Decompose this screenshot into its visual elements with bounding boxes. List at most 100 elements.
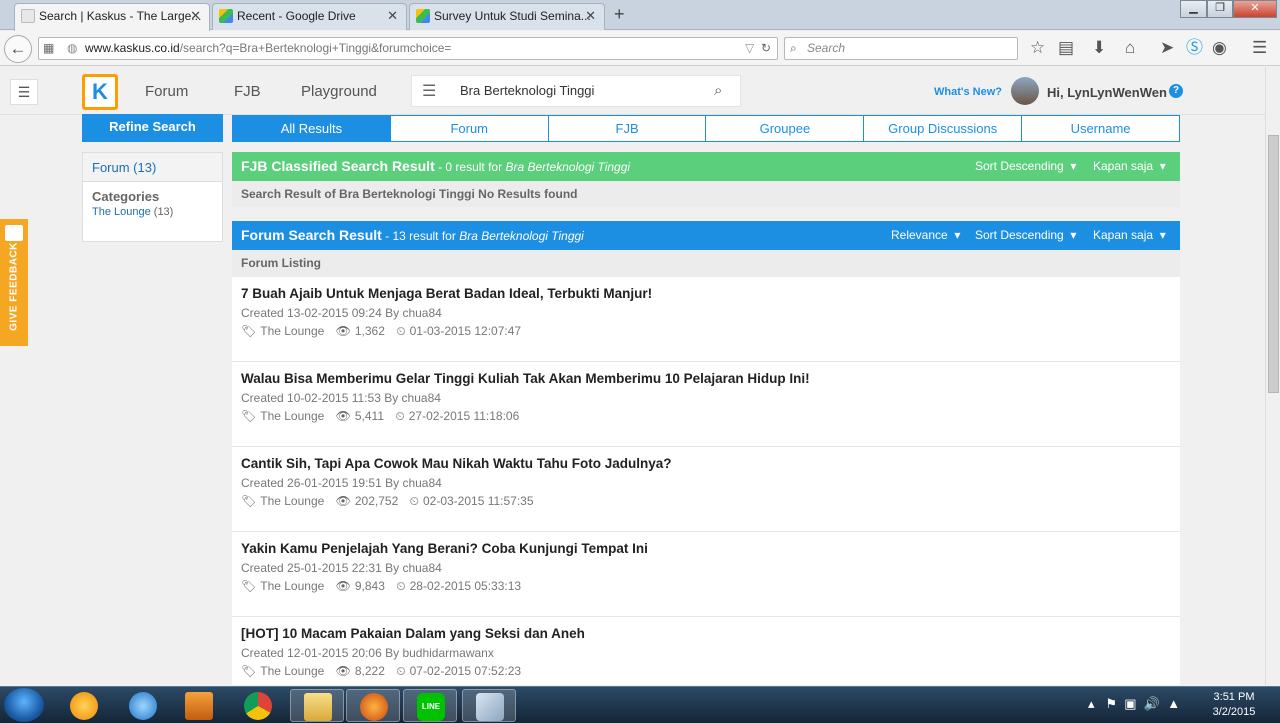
close-window-button[interactable]: ✕ xyxy=(1233,0,1277,18)
user-greeting[interactable]: Hi, LynLynWenWen xyxy=(1047,85,1167,100)
list-item: 7 Buah Ajaib Untuk Menjaga Berat Badan I… xyxy=(232,277,1180,362)
bookmark-star-icon[interactable]: ☆ xyxy=(1030,39,1045,57)
help-icon[interactable]: ? xyxy=(1169,84,1183,98)
taskbar-app[interactable] xyxy=(172,689,226,722)
browser-tab-survey[interactable]: Survey Untuk Studi Semina... ✕ xyxy=(409,3,605,30)
close-tab-icon[interactable]: ✕ xyxy=(585,4,596,28)
relevance-dropdown[interactable]: Relevance ▾ xyxy=(891,221,960,250)
chrome-icon xyxy=(244,692,272,720)
nav-fjb[interactable]: FJB xyxy=(234,83,261,100)
site-header: ☰ K Forum FJB Playground ☰ ⌕ What's New?… xyxy=(0,67,1265,115)
nav-forum[interactable]: Forum xyxy=(145,83,188,100)
thread-title-link[interactable]: 7 Buah Ajaib Untuk Menjaga Berat Badan I… xyxy=(241,286,1171,306)
clock-date: 3/2/2015 xyxy=(1212,706,1256,718)
feedback-label: GIVE FEEDBACK xyxy=(8,242,20,331)
scrollbar-thumb[interactable] xyxy=(1268,135,1279,393)
volume-icon[interactable]: 🔊 xyxy=(1144,696,1160,711)
thread-category[interactable]: The Lounge xyxy=(260,579,324,593)
forum-sort-dropdown[interactable]: Sort Descending ▾ xyxy=(975,221,1076,250)
taskbar-app[interactable] xyxy=(231,689,285,722)
kaskus-logo-icon[interactable]: K xyxy=(82,74,118,110)
globe-icon: ◍ xyxy=(67,41,78,55)
thread-last-post: 27-02-2015 11:18:06 xyxy=(408,409,520,423)
menu-icon[interactable]: ☰ xyxy=(1252,39,1267,57)
taskbar-app[interactable] xyxy=(57,689,111,722)
fjb-result-title: FJB Classified Search Result xyxy=(241,158,435,174)
dropdown-arrow-icon[interactable]: ▽ xyxy=(745,38,754,59)
taskbar-app[interactable]: LINE xyxy=(403,689,457,722)
thread-title-link[interactable]: Walau Bisa Memberimu Gelar Tinggi Kuliah… xyxy=(241,371,1171,391)
taskbar-app[interactable] xyxy=(346,689,400,722)
close-tab-icon[interactable]: ✕ xyxy=(190,4,201,28)
fjb-time-dropdown[interactable]: Kapan saja ▾ xyxy=(1093,152,1166,181)
tab-username[interactable]: Username xyxy=(1021,116,1179,141)
reload-icon[interactable]: ↻ xyxy=(761,38,771,59)
flag-icon[interactable]: ⚑ xyxy=(1105,696,1117,711)
taskbar-app[interactable] xyxy=(462,689,516,722)
taskbar-app[interactable] xyxy=(290,689,344,722)
tab-fjb[interactable]: FJB xyxy=(547,116,706,141)
browser-tab-kaskus[interactable]: Search | Kaskus - The Large... ✕ xyxy=(14,3,210,31)
tab-title: Search | Kaskus - The Large... xyxy=(39,9,202,23)
page-scrollbar[interactable] xyxy=(1265,67,1280,685)
thread-created: Created 25-01-2015 22:31 By chua84 xyxy=(241,561,442,575)
skype-icon[interactable]: Ⓢ xyxy=(1186,39,1203,57)
thread-title-link[interactable]: Yakin Kamu Penjelajah Yang Berani? Coba … xyxy=(241,541,1171,561)
search-category-menu-icon[interactable]: ☰ xyxy=(422,81,436,101)
nav-playground[interactable]: Playground xyxy=(301,83,377,100)
taskbar-clock[interactable]: 3:51 PM 3/2/2015 xyxy=(1200,690,1268,720)
url-path: /search?q=Bra+Berteknologi+Tinggi&forumc… xyxy=(179,41,452,55)
url-bar[interactable]: ▦ ◍ www.kaskus.co.id/search?q=Bra+Bertek… xyxy=(38,37,778,60)
thread-category[interactable]: The Lounge xyxy=(260,664,324,678)
thread-category[interactable]: The Lounge xyxy=(260,494,324,508)
fjb-result-header: FJB Classified Search Result - 0 result … xyxy=(232,152,1180,182)
line-icon: LINE xyxy=(417,693,445,721)
browser-tab-drive[interactable]: Recent - Google Drive ✕ xyxy=(212,3,407,30)
category-name[interactable]: The Lounge xyxy=(92,206,151,218)
give-feedback-tab[interactable]: GIVE FEEDBACK xyxy=(0,219,28,346)
thread-views: 8,222 xyxy=(354,664,385,678)
thread-title-link[interactable]: [HOT] 10 Macam Pakaian Dalam yang Seksi … xyxy=(241,626,1171,646)
back-button[interactable]: ← xyxy=(4,35,32,63)
avatar[interactable] xyxy=(1011,77,1039,105)
taskbar-app[interactable] xyxy=(116,689,170,722)
thread-category[interactable]: The Lounge xyxy=(260,324,324,338)
tab-group-discussions[interactable]: Group Discussions xyxy=(863,116,1021,141)
refine-search-button[interactable]: Refine Search xyxy=(82,114,223,142)
history-icon[interactable]: ▦ xyxy=(43,38,54,59)
thread-title-link[interactable]: Cantik Sih, Tapi Apa Cowok Mau Nikah Wak… xyxy=(241,456,1171,476)
tab-forum[interactable]: Forum xyxy=(389,116,548,141)
send-icon[interactable]: ➤ xyxy=(1160,39,1174,57)
forum-time-dropdown[interactable]: Kapan saja ▾ xyxy=(1093,221,1166,250)
home-icon[interactable]: ⌂ xyxy=(1125,39,1135,57)
url-domain: www.kaskus.co.id xyxy=(85,41,180,55)
google-drive-tray-icon[interactable]: ▲ xyxy=(1167,696,1180,711)
tab-groupee[interactable]: Groupee xyxy=(705,116,863,141)
minimize-button[interactable]: ▁ xyxy=(1180,0,1207,18)
start-button[interactable] xyxy=(4,688,44,722)
maximize-button[interactable]: ❐ xyxy=(1207,0,1233,18)
download-icon[interactable]: ⬇ xyxy=(1092,39,1106,57)
internet-explorer-icon xyxy=(129,692,157,720)
show-hidden-icons[interactable]: ▴ xyxy=(1088,696,1095,711)
thread-category[interactable]: The Lounge xyxy=(260,409,324,423)
windows-taskbar: LINE ▴ ⚑ ▣ 🔊 ▲ 3:51 PM 3/2/2015 xyxy=(0,686,1280,723)
site-menu-button[interactable]: ☰ xyxy=(10,79,38,105)
network-icon[interactable]: ▣ xyxy=(1124,696,1136,711)
whats-new-link[interactable]: What's New? xyxy=(934,86,1002,98)
new-tab-button[interactable]: + xyxy=(614,4,625,25)
close-tab-icon[interactable]: ✕ xyxy=(387,4,398,28)
forum-filter[interactable]: Forum (13) xyxy=(83,153,222,182)
browser-tab-bar: Search | Kaskus - The Large... ✕ Recent … xyxy=(0,0,1280,31)
search-icon: ⌕ xyxy=(790,41,797,55)
bookmarks-list-icon[interactable]: ▤ xyxy=(1058,39,1074,57)
category-filter-lounge[interactable]: The Lounge (13) xyxy=(83,206,222,218)
tab-all-results[interactable]: All Results xyxy=(233,116,390,141)
thread-last-post: 07-02-2015 07:52:23 xyxy=(409,664,522,678)
search-icon[interactable]: ⌕ xyxy=(714,82,722,99)
browser-search-input[interactable]: ⌕ Search xyxy=(784,37,1018,60)
fjb-sort-dropdown[interactable]: Sort Descending ▾ xyxy=(975,152,1076,181)
forum-result-header: Forum Search Result - 13 result for Bra … xyxy=(232,221,1180,251)
chat-icon[interactable]: ◉ xyxy=(1212,39,1227,57)
site-search-input[interactable] xyxy=(460,83,700,98)
